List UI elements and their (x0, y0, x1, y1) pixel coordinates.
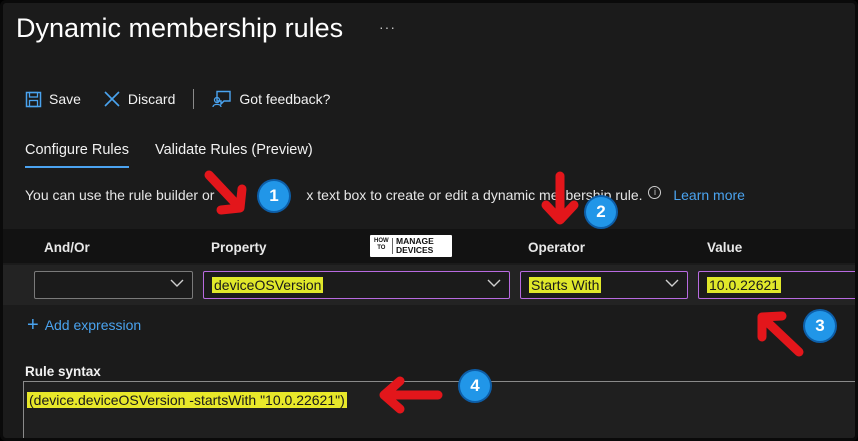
andor-dropdown[interactable] (34, 271, 193, 299)
feedback-icon (212, 90, 232, 108)
operator-dropdown[interactable]: Starts With (520, 271, 688, 299)
chevron-down-icon (487, 279, 501, 287)
tab-validate-rules[interactable]: Validate Rules (Preview) (155, 142, 313, 168)
callout-badge-1: 1 (259, 181, 289, 211)
info-text-row: You can use the rule builder or x text bo… (25, 186, 745, 203)
rule-row: deviceOSVersion Starts With 10.0.22621 (3, 265, 855, 305)
discard-label: Discard (127, 91, 176, 107)
info-icon[interactable]: i (648, 186, 662, 199)
header-property: Property (211, 240, 267, 255)
rule-syntax-label: Rule syntax (25, 364, 101, 379)
callout-badge-2: 2 (586, 197, 616, 227)
command-bar: Save Discard Got feedback? (25, 87, 352, 111)
how-to-manage-devices-logo: HOW TO MANAGE DEVICES (370, 235, 452, 257)
discard-button[interactable]: Discard (103, 90, 175, 108)
callout-badge-3: 3 (805, 311, 835, 341)
info-text-middle: x text box to create or edit a dynamic m… (306, 187, 559, 203)
header-value: Value (707, 240, 743, 255)
more-options-button[interactable]: ··· (379, 19, 396, 35)
property-value: deviceOSVersion (212, 277, 324, 293)
chevron-down-icon (170, 279, 184, 287)
operator-value: Starts With (529, 277, 602, 293)
save-icon (25, 91, 42, 107)
save-button[interactable]: Save (25, 91, 81, 108)
add-expression-label: Add expression (44, 317, 142, 333)
toolbar-divider (193, 89, 195, 109)
header-andor: And/Or (44, 240, 90, 255)
info-text-start: You can use the rule builder or (25, 187, 215, 203)
feedback-label: Got feedback? (239, 91, 331, 107)
callout-badge-4: 4 (460, 371, 490, 401)
learn-more-link[interactable]: Learn more (673, 187, 745, 203)
rule-syntax-textbox[interactable]: (device.deviceOSVersion -startsWith "10.… (23, 381, 855, 438)
value-input[interactable]: 10.0.22621 (698, 271, 855, 299)
annotation-arrows (204, 170, 804, 414)
rule-syntax-text: (device.deviceOSVersion -startsWith "10.… (27, 392, 347, 408)
tab-configure-rules[interactable]: Configure Rules (25, 142, 129, 168)
close-icon (104, 91, 120, 107)
header-operator: Operator (528, 240, 586, 255)
tab-list: Configure Rules Validate Rules (Preview) (25, 142, 339, 168)
property-dropdown[interactable]: deviceOSVersion (203, 271, 510, 299)
value-text: 10.0.22621 (707, 277, 782, 293)
feedback-button[interactable]: Got feedback? (212, 90, 330, 108)
save-label: Save (49, 91, 81, 107)
page-title: Dynamic membership rules (16, 13, 344, 43)
plus-icon: + (27, 314, 39, 336)
chevron-down-icon (665, 279, 679, 287)
panel: Dynamic membership rules ··· Save Discar… (0, 0, 858, 441)
arrow-3 (757, 311, 804, 357)
add-expression-button[interactable]: + Add expression (27, 314, 142, 336)
